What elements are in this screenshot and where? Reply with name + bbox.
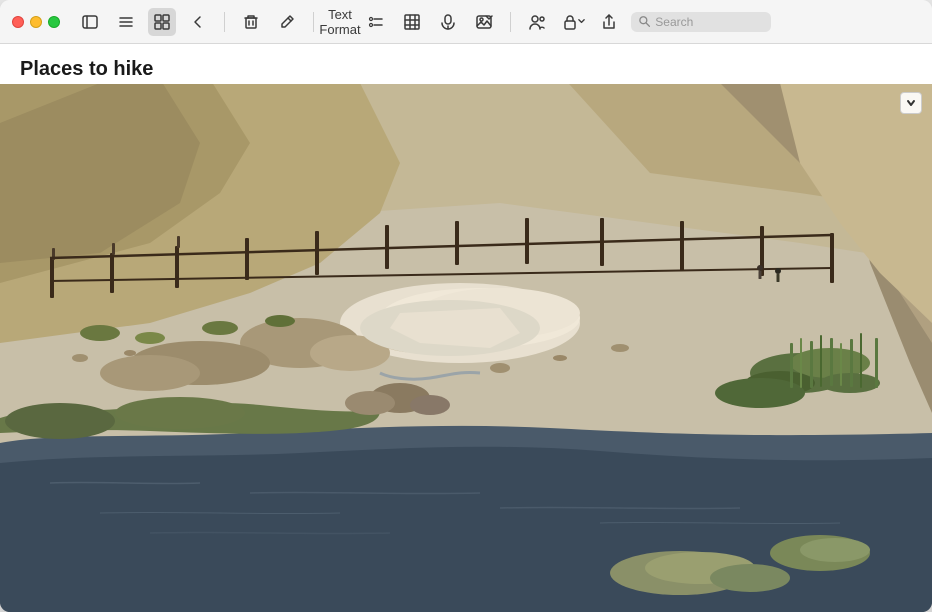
text-format-button[interactable]: Text Format bbox=[326, 8, 354, 36]
divider-3 bbox=[510, 12, 511, 32]
media-button[interactable] bbox=[470, 8, 498, 36]
close-button[interactable] bbox=[12, 16, 24, 28]
content-area: Places to hike bbox=[0, 44, 932, 612]
share-button[interactable] bbox=[595, 8, 623, 36]
search-box[interactable] bbox=[631, 12, 771, 32]
table-button[interactable] bbox=[398, 8, 426, 36]
minimize-button[interactable] bbox=[30, 16, 42, 28]
delete-button[interactable] bbox=[237, 8, 265, 36]
gallery-view-button[interactable] bbox=[148, 8, 176, 36]
traffic-lights bbox=[12, 16, 60, 28]
list-view-button[interactable] bbox=[112, 8, 140, 36]
titlebar: Text Format bbox=[0, 0, 932, 44]
lock-button[interactable] bbox=[559, 8, 587, 36]
sidebar-toggle-button[interactable] bbox=[76, 8, 104, 36]
image-options-button[interactable] bbox=[900, 92, 922, 114]
note-title: Places to hike bbox=[20, 58, 153, 81]
audio-button[interactable] bbox=[434, 8, 462, 36]
search-icon bbox=[639, 15, 650, 28]
checklist-button[interactable] bbox=[362, 8, 390, 36]
chevron-down-icon bbox=[906, 98, 916, 108]
text-format-label: Text Format bbox=[319, 7, 360, 37]
main-window: Text Format bbox=[0, 0, 932, 612]
maximize-button[interactable] bbox=[48, 16, 60, 28]
divider-2 bbox=[313, 12, 314, 32]
compose-button[interactable] bbox=[273, 8, 301, 36]
back-button[interactable] bbox=[184, 8, 212, 36]
landscape-image bbox=[0, 84, 932, 612]
collaborate-button[interactable] bbox=[523, 8, 551, 36]
search-input[interactable] bbox=[655, 15, 763, 29]
divider-1 bbox=[224, 12, 225, 32]
